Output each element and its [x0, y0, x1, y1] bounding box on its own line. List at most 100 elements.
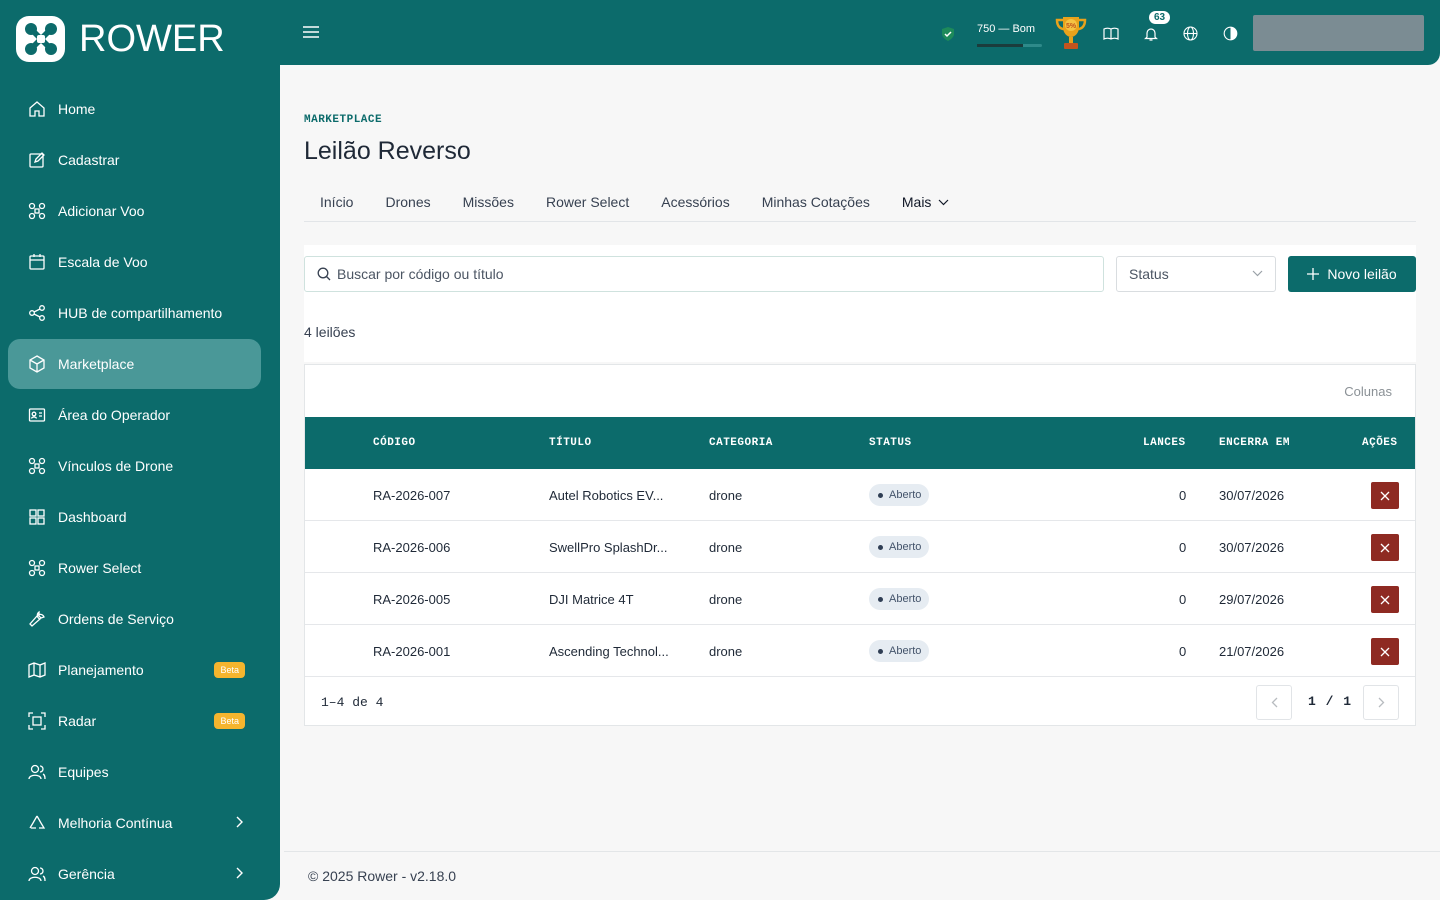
chevron-right-icon	[1378, 697, 1384, 708]
header-ends[interactable]: ENCERRA EM	[1219, 437, 1290, 449]
header-status[interactable]: STATUS	[869, 437, 912, 449]
chevron-right-icon	[236, 867, 243, 879]
pagination-pages: 1 / 1	[1308, 694, 1353, 709]
next-page-button[interactable]	[1363, 685, 1399, 720]
close-icon	[1380, 595, 1390, 604]
sidebar-item-melhoria-continua[interactable]: Melhoria Contínua	[8, 798, 261, 848]
table-row[interactable]: RA-2026-007 Autel Robotics EV... drone A…	[305, 469, 1415, 521]
tab-inicio[interactable]: Início	[304, 191, 369, 221]
sidebar-item-rower-select[interactable]: Rower Select	[8, 543, 261, 593]
users-icon	[28, 866, 46, 882]
status-text: Aberto	[889, 593, 922, 605]
sidebar-item-hub-de-compartilhamento[interactable]: HUB de compartilhamento	[8, 288, 261, 338]
delete-button[interactable]	[1371, 586, 1399, 613]
pagination-range: 1–4 de 4	[321, 695, 384, 710]
sidebar-item-home[interactable]: Home	[8, 84, 261, 134]
topbar: 750 — Bom 5% 63	[280, 0, 1440, 65]
header-code[interactable]: CÓDIGO	[373, 437, 416, 449]
sidebar-item-radar[interactable]: Radar Beta	[8, 696, 261, 746]
search-box[interactable]	[304, 256, 1104, 292]
sidebar: ROWER Home Cadastrar Adicionar Voo Escal…	[0, 0, 280, 900]
table-row[interactable]: RA-2026-006 SwellPro SplashDr... drone A…	[305, 521, 1415, 573]
logo[interactable]: ROWER	[16, 16, 225, 62]
columns-button[interactable]: Colunas	[1344, 384, 1392, 399]
sidebar-item-area-do-operador[interactable]: Área do Operador	[8, 390, 261, 440]
cell-ends: 30/07/2026	[1219, 488, 1285, 503]
header-title[interactable]: TÍTULO	[549, 437, 592, 449]
tab-rower-select[interactable]: Rower Select	[530, 191, 645, 221]
contrast-icon[interactable]	[1223, 26, 1238, 41]
status-select[interactable]: Status	[1116, 256, 1276, 292]
sidebar-item-adicionar-voo[interactable]: Adicionar Voo	[8, 186, 261, 236]
user-profile-box[interactable]	[1253, 15, 1424, 51]
delete-button[interactable]	[1371, 482, 1399, 509]
drone-icon	[28, 559, 46, 577]
prev-page-button[interactable]	[1256, 685, 1292, 720]
sidebar-item-marketplace[interactable]: Marketplace	[8, 339, 261, 389]
globe-icon[interactable]	[1183, 26, 1198, 41]
cell-bids: 0	[1179, 488, 1187, 503]
sidebar-item-vinculos-de-drone[interactable]: Vínculos de Drone	[8, 441, 261, 491]
delete-button[interactable]	[1371, 534, 1399, 561]
beta-badge: Beta	[214, 662, 245, 678]
table-row[interactable]: RA-2026-001 Ascending Technol... drone A…	[305, 625, 1415, 677]
plus-icon	[1307, 268, 1320, 280]
drone-icon	[28, 457, 46, 475]
delete-button[interactable]	[1371, 638, 1399, 665]
chevron-down-icon	[1252, 270, 1263, 277]
cell-code: RA-2026-005	[373, 592, 451, 607]
cell-ends: 29/07/2026	[1219, 592, 1285, 607]
new-auction-label: Novo leilão	[1327, 266, 1397, 282]
sidebar-item-ordens-de-servico[interactable]: Ordens de Serviço	[8, 594, 261, 644]
users-icon	[28, 764, 46, 780]
tabs: Início Drones Missões Rower Select Acess…	[304, 191, 1416, 222]
footer-copyright: © 2025 Rower - v2.18.0	[308, 868, 457, 884]
status-badge: Aberto	[869, 536, 930, 558]
chevron-left-icon	[1271, 697, 1277, 708]
sidebar-item-label: Gerência	[58, 866, 115, 882]
filter-panel: Status Novo leilão 4 leilões	[304, 245, 1416, 362]
sidebar-item-cadastrar[interactable]: Cadastrar	[8, 135, 261, 185]
tab-mais[interactable]: Mais	[886, 191, 966, 221]
recycle-icon	[29, 815, 46, 829]
wrench-icon	[29, 610, 45, 627]
score-text: 750 — Bom	[977, 23, 1036, 35]
header-category[interactable]: CATEGORIA	[709, 437, 773, 449]
trophy-icon[interactable]: 5%	[1051, 13, 1091, 53]
tab-drones[interactable]: Drones	[369, 191, 446, 221]
box-icon	[29, 355, 45, 373]
tab-acessorios[interactable]: Acessórios	[645, 191, 745, 221]
status-dot-icon	[878, 492, 883, 498]
header-bids[interactable]: LANCES	[1143, 437, 1186, 449]
auctions-table: Colunas CÓDIGO TÍTULO CATEGORIA STATUS L…	[304, 364, 1416, 726]
grid-icon	[29, 509, 45, 525]
chevron-down-icon	[939, 199, 949, 206]
cell-ends: 21/07/2026	[1219, 644, 1285, 659]
sidebar-item-dashboard[interactable]: Dashboard	[8, 492, 261, 542]
score-progress-fill	[977, 44, 1023, 47]
status-text: Aberto	[889, 645, 922, 657]
cell-code: RA-2026-007	[373, 488, 451, 503]
score-progress-bar	[977, 44, 1042, 47]
book-icon[interactable]	[1103, 27, 1119, 40]
shield-check-icon[interactable]	[940, 26, 956, 42]
sidebar-item-label: Radar	[58, 713, 97, 729]
sidebar-item-planejamento[interactable]: Planejamento Beta	[8, 645, 261, 695]
status-badge: Aberto	[869, 484, 930, 506]
table-pagination: 1–4 de 4 1 / 1	[305, 678, 1415, 726]
tab-missoes[interactable]: Missões	[447, 191, 530, 221]
cell-code: RA-2026-001	[373, 644, 451, 659]
sidebar-item-gerencia[interactable]: Gerência	[8, 849, 261, 899]
new-auction-button[interactable]: Novo leilão	[1288, 256, 1416, 292]
table-row[interactable]: RA-2026-005 DJI Matrice 4T drone Aberto …	[305, 573, 1415, 625]
bell-icon[interactable]	[1144, 26, 1158, 41]
sidebar-item-equipes[interactable]: Equipes	[8, 747, 261, 797]
tab-minhas-cotacoes[interactable]: Minhas Cotações	[746, 191, 886, 221]
search-input[interactable]	[337, 266, 1037, 282]
hamburger-menu-icon[interactable]	[302, 24, 320, 40]
cell-bids: 0	[1179, 592, 1187, 607]
cell-title: SwellPro SplashDr...	[549, 540, 668, 555]
sidebar-item-label: Adicionar Voo	[58, 203, 145, 219]
sidebar-item-escala-de-voo[interactable]: Escala de Voo	[8, 237, 261, 287]
close-icon	[1380, 647, 1390, 656]
